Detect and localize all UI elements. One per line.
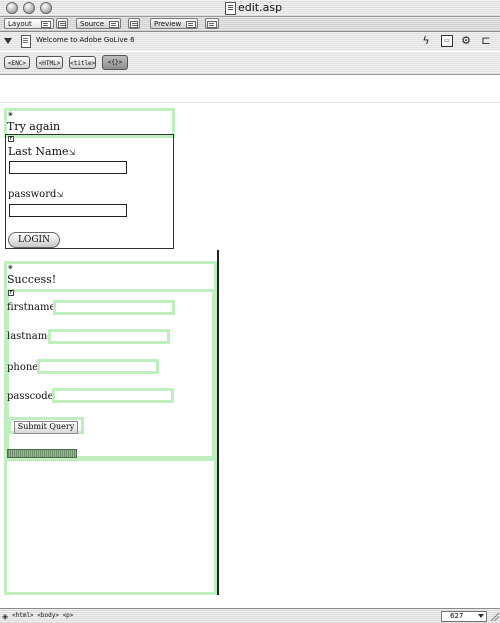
firstname-label: firstname: [7, 302, 56, 313]
link-icon[interactable]: ϟ: [420, 35, 432, 47]
layer-marker-icon[interactable]: F: [8, 136, 14, 142]
frame-icon: [58, 21, 66, 28]
lastname-label-2: lastname: [7, 331, 54, 342]
view-tabs: Layout Source Preview: [0, 17, 500, 32]
stack-icon[interactable]: ⊏: [480, 35, 492, 47]
tab-layout-extra[interactable]: [56, 18, 68, 29]
lastname-input-2[interactable]: [48, 329, 170, 344]
frame-preview-icon: [207, 21, 217, 28]
submit-query-button[interactable]: Submit Query: [8, 417, 84, 434]
lastname-label: Last Name⇲: [8, 145, 76, 158]
page-icon[interactable]: [21, 35, 31, 48]
disclosure-triangle-icon[interactable]: [4, 38, 12, 44]
password-input[interactable]: [9, 204, 127, 217]
passcode-label: passcode: [7, 391, 54, 402]
lastname-input[interactable]: [9, 161, 127, 174]
close-button[interactable]: [6, 2, 18, 14]
tab-source[interactable]: Source: [76, 18, 121, 29]
tab-layout-label: Layout: [8, 20, 32, 28]
firstname-input[interactable]: [53, 300, 175, 315]
head-tag-button[interactable]: <ENC>: [4, 56, 30, 69]
layer-divider: [217, 250, 219, 595]
tab-source-label: Source: [80, 20, 105, 28]
document-toolbar: Welcome to Adobe GoLive 6 ϟ ▭ ⚙ ⊏: [0, 32, 500, 51]
phone-input[interactable]: [37, 359, 159, 374]
layout-gap: [0, 75, 500, 103]
chevron-down-icon[interactable]: [478, 614, 484, 618]
status-diamond-icon[interactable]: ◈: [2, 612, 8, 621]
phone-label: phone: [7, 362, 39, 373]
tab-preview[interactable]: Preview: [150, 18, 198, 29]
resize-grip-icon[interactable]: [490, 612, 499, 621]
page-title[interactable]: Welcome to Adobe GoLive 6: [36, 36, 135, 44]
source-icon: [109, 21, 119, 28]
tag-toolbar: <ENC> <HTML> <title> <{}>: [0, 52, 500, 75]
zoom-button[interactable]: [40, 2, 52, 14]
title-bar[interactable]: edit.asp: [0, 0, 500, 17]
view-icon[interactable]: ▭: [441, 35, 453, 47]
success-heading: Success!: [7, 273, 57, 286]
try-again-heading: Try again: [7, 120, 61, 133]
login-button[interactable]: LOGIN: [8, 232, 60, 248]
tab-outline[interactable]: [128, 18, 140, 29]
form-marker-icon[interactable]: [8, 112, 14, 118]
body-tag-button[interactable]: <{}>: [102, 55, 128, 70]
tab-preview-label: Preview: [154, 20, 182, 28]
password-label: password⇲: [8, 189, 64, 200]
server-icon[interactable]: ⚙: [460, 35, 472, 47]
tag-path[interactable]: <html> <body> <p>: [12, 612, 73, 619]
title-tag-button[interactable]: <title>: [69, 56, 96, 69]
passcode-input[interactable]: [52, 388, 174, 403]
preview-icon: [186, 21, 196, 28]
layout-icon: [41, 21, 51, 28]
tab-layout[interactable]: Layout: [4, 18, 54, 29]
hidden-field-icon[interactable]: [7, 449, 77, 458]
outline-icon: [130, 21, 138, 28]
html-tag-button[interactable]: <HTML>: [36, 56, 63, 69]
tab-frame-preview[interactable]: [205, 18, 219, 29]
status-bar: ◈ <html> <body> <p> 627: [0, 608, 500, 623]
layer-frame: [4, 458, 217, 595]
form-marker-icon[interactable]: [8, 265, 14, 271]
minimize-button[interactable]: [23, 2, 35, 14]
window-title: edit.asp: [238, 1, 283, 14]
document-icon: [225, 2, 236, 15]
layout-canvas[interactable]: Try again F Last Name⇲ password⇲ LOGIN S…: [0, 103, 500, 608]
golive-window: edit.asp Layout Source Preview Welcome t…: [0, 0, 500, 623]
layer-marker-icon[interactable]: F: [8, 290, 14, 296]
